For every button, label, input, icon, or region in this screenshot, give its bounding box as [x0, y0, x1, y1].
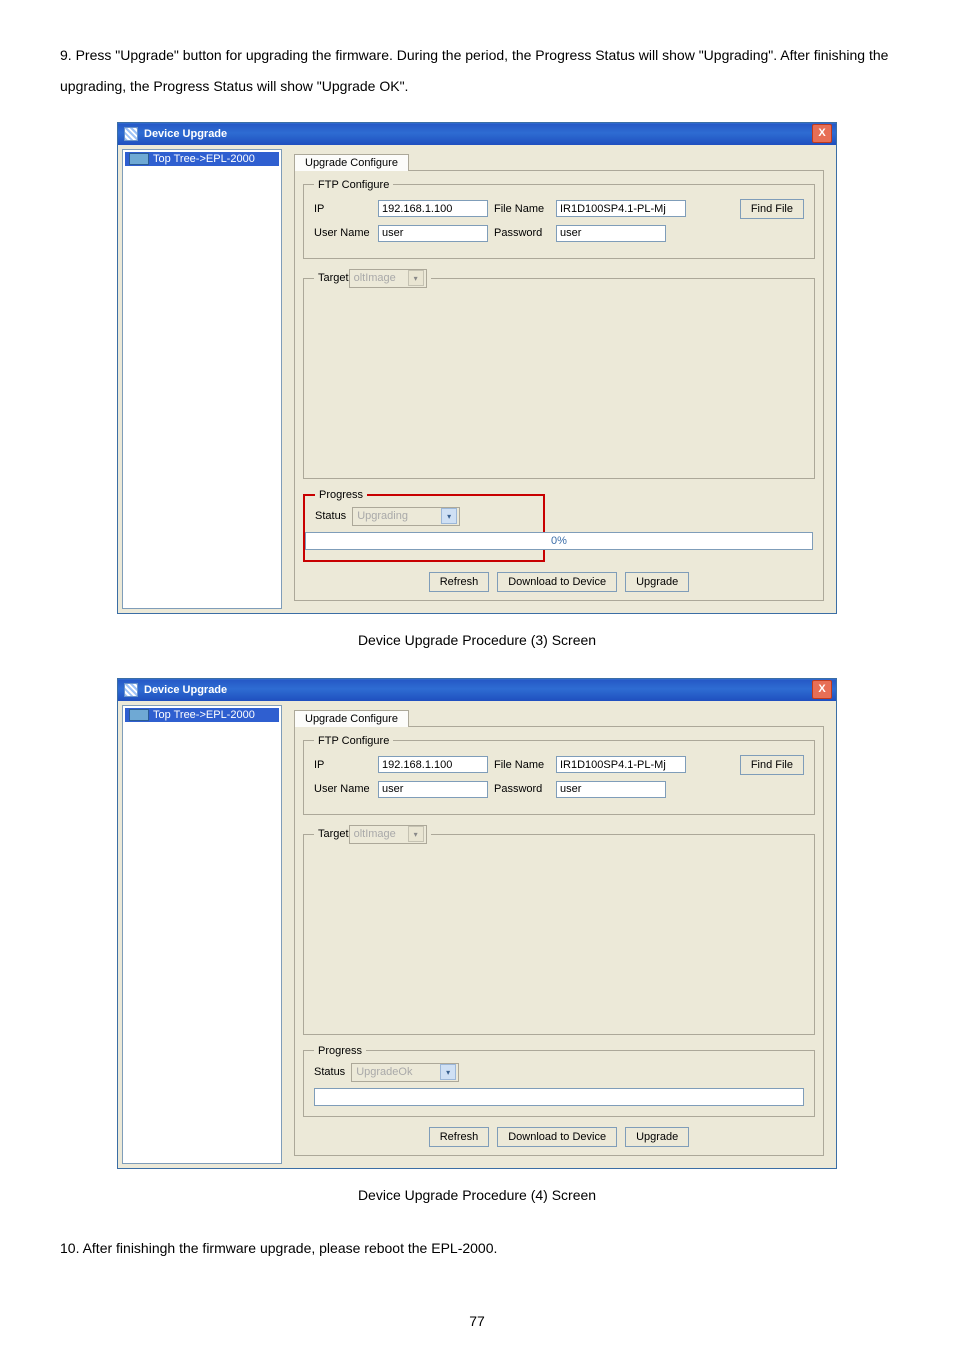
progress-legend: Progress	[314, 1045, 366, 1057]
progress-fieldset: Progress Status UpgradeOk ▾	[303, 1045, 815, 1117]
filename-label: File Name	[494, 203, 550, 215]
progress-fieldset: Progress Status Upgrading ▾ 0%	[303, 489, 545, 562]
ip-label: IP	[314, 203, 372, 215]
refresh-button[interactable]: Refresh	[429, 572, 490, 592]
nav-tree: Top Tree->EPL-2000	[122, 149, 282, 609]
chevron-down-icon: ▾	[408, 270, 424, 286]
chevron-down-icon: ▾	[408, 826, 424, 842]
password-label: Password	[494, 227, 550, 239]
status-select-value: UpgradeOk	[356, 1066, 440, 1078]
username-label: User Name	[314, 227, 372, 239]
close-button[interactable]: X	[812, 124, 832, 143]
progress-legend: Progress	[315, 489, 367, 501]
refresh-button[interactable]: Refresh	[429, 1127, 490, 1147]
titlebar: Device Upgrade X	[118, 123, 836, 145]
caption-screen-3: Device Upgrade Procedure (3) Screen	[60, 632, 894, 648]
target-select: oltImage ▾	[349, 825, 427, 844]
nav-item-epl2000[interactable]: Top Tree->EPL-2000	[125, 708, 279, 722]
nav-item-label: Top Tree->EPL-2000	[153, 153, 255, 165]
status-select-value: Upgrading	[357, 510, 441, 522]
ftp-configure-fieldset: FTP Configure IP File Name Find File Use…	[303, 735, 815, 815]
upgrade-button[interactable]: Upgrade	[625, 572, 689, 592]
window-title: Device Upgrade	[144, 128, 227, 140]
progress-bar: 0%	[305, 532, 813, 550]
status-label: Status	[314, 1066, 345, 1078]
switch-icon	[129, 709, 149, 721]
download-to-device-button[interactable]: Download to Device	[497, 1127, 617, 1147]
target-label: Target	[318, 272, 349, 284]
device-upgrade-window: Device Upgrade X Top Tree->EPL-2000 Upgr…	[117, 678, 837, 1169]
instruction-step-10: 10. After finishingh the firmware upgrad…	[60, 1233, 894, 1264]
page-number: 77	[60, 1313, 894, 1329]
target-label: Target	[318, 828, 349, 840]
password-label: Password	[494, 783, 550, 795]
filename-label: File Name	[494, 759, 550, 771]
status-select: Upgrading ▾	[352, 507, 460, 526]
username-input[interactable]	[378, 225, 488, 242]
ftp-configure-fieldset: FTP Configure IP File Name Find File Use…	[303, 179, 815, 259]
password-input[interactable]	[556, 225, 666, 242]
progress-bar	[314, 1088, 804, 1106]
ftp-configure-legend: FTP Configure	[314, 179, 393, 191]
filename-input[interactable]	[556, 200, 686, 217]
upgrade-button[interactable]: Upgrade	[625, 1127, 689, 1147]
tab-upgrade-configure[interactable]: Upgrade Configure	[294, 710, 409, 727]
window-icon	[124, 683, 138, 697]
ip-input[interactable]	[378, 756, 488, 773]
caption-screen-4: Device Upgrade Procedure (4) Screen	[60, 1187, 894, 1203]
target-select-value: oltImage	[354, 272, 408, 284]
status-select: UpgradeOk ▾	[351, 1063, 459, 1082]
chevron-down-icon: ▾	[440, 1064, 456, 1080]
window-icon	[124, 127, 138, 141]
target-fieldset: Target oltImage ▾	[303, 269, 815, 479]
password-input[interactable]	[556, 781, 666, 798]
device-upgrade-window: Device Upgrade X Top Tree->EPL-2000 Upgr…	[117, 122, 837, 614]
ip-label: IP	[314, 759, 372, 771]
switch-icon	[129, 153, 149, 165]
ip-input[interactable]	[378, 200, 488, 217]
upgrade-configure-panel: FTP Configure IP File Name Find File Use…	[294, 726, 824, 1156]
nav-item-epl2000[interactable]: Top Tree->EPL-2000	[125, 152, 279, 166]
nav-item-label: Top Tree->EPL-2000	[153, 709, 255, 721]
ftp-configure-legend: FTP Configure	[314, 735, 393, 747]
titlebar: Device Upgrade X	[118, 679, 836, 701]
chevron-down-icon: ▾	[441, 508, 457, 524]
status-label: Status	[315, 510, 346, 522]
download-to-device-button[interactable]: Download to Device	[497, 572, 617, 592]
username-label: User Name	[314, 783, 372, 795]
target-select: oltImage ▾	[349, 269, 427, 288]
find-file-button[interactable]: Find File	[740, 755, 804, 775]
nav-tree: Top Tree->EPL-2000	[122, 705, 282, 1164]
upgrade-configure-panel: FTP Configure IP File Name Find File Use…	[294, 170, 824, 601]
close-button[interactable]: X	[812, 680, 832, 699]
window-title: Device Upgrade	[144, 684, 227, 696]
target-fieldset: Target oltImage ▾	[303, 825, 815, 1035]
find-file-button[interactable]: Find File	[740, 199, 804, 219]
instruction-step-9: 9. Press "Upgrade" button for upgrading …	[60, 40, 894, 102]
target-select-value: oltImage	[354, 828, 408, 840]
username-input[interactable]	[378, 781, 488, 798]
filename-input[interactable]	[556, 756, 686, 773]
tab-upgrade-configure[interactable]: Upgrade Configure	[294, 154, 409, 171]
